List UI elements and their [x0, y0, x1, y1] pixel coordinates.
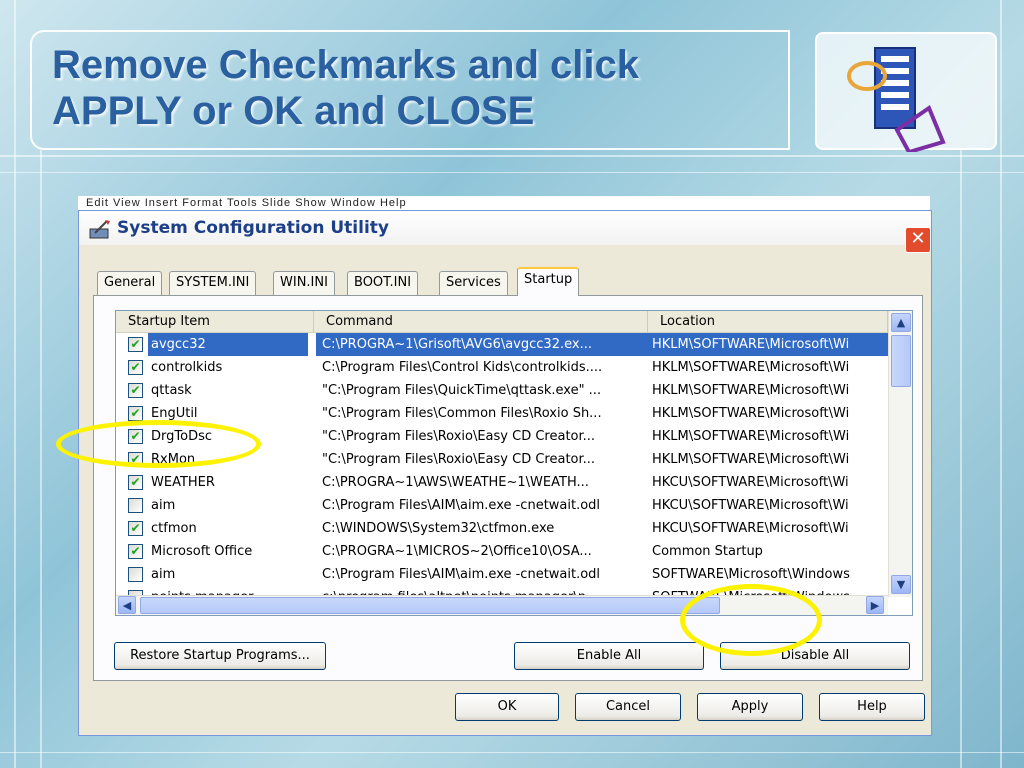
startup-command: C:\PROGRA~1\Grisoft\AVG6\avgcc32.ex... [316, 333, 648, 356]
background-line [0, 752, 1024, 753]
startup-item-name: avgcc32 [148, 333, 308, 356]
list-header: Startup Item Command Location [116, 311, 888, 333]
startup-item-name: ctfmon [151, 521, 197, 536]
startup-item-name: Microsoft Office [151, 544, 253, 559]
startup-command: C:\Program Files\AIM\aim.exe -cnetwait.o… [322, 567, 601, 582]
cancel-button[interactable]: Cancel [575, 693, 681, 721]
system-configuration-window: System Configuration Utility ✕ General S… [78, 210, 932, 736]
header-command[interactable]: Command [314, 311, 648, 333]
startup-checkbox[interactable]: ✔ [128, 521, 143, 536]
startup-location: HKCU\SOFTWARE\Microsoft\Wi [652, 498, 849, 513]
close-button[interactable]: ✕ [905, 227, 931, 253]
tab-boot-ini[interactable]: BOOT.INI [347, 271, 419, 295]
startup-checkbox[interactable] [128, 567, 143, 582]
horizontal-scroll-thumb[interactable] [140, 597, 720, 614]
startup-command: C:\PROGRA~1\MICROS~2\Office10\OSA... [322, 544, 592, 559]
startup-location: HKLM\SOFTWARE\Microsoft\Wi [652, 383, 850, 398]
startup-location: HKLM\SOFTWARE\Microsoft\Wi [652, 429, 850, 444]
startup-location: HKLM\SOFTWARE\Microsoft\Wi [652, 452, 850, 467]
startup-command: "C:\Program Files\Common Files\Roxio Sh.… [322, 406, 602, 421]
startup-location: SOFTWARE\Microsoft\Windows [652, 567, 850, 582]
startup-location: HKCU\SOFTWARE\Microsoft\Wi [652, 475, 849, 490]
checkbox-highlight-ellipse [56, 420, 261, 468]
startup-command: "C:\Program Files\QuickTime\qttask.exe" … [322, 383, 602, 398]
vertical-scrollbar[interactable]: ▲ ▼ [888, 311, 912, 597]
startup-checkbox[interactable]: ✔ [128, 383, 143, 398]
startup-command: C:\WINDOWS\System32\ctfmon.exe [322, 521, 555, 536]
startup-command: C:\Program Files\AIM\aim.exe -cnetwait.o… [322, 498, 601, 513]
startup-location: HKLM\SOFTWARE\Microsoft\Wi [652, 360, 850, 375]
table-row[interactable]: aim C:\Program Files\AIM\aim.exe -cnetwai… [116, 563, 888, 586]
startup-location: Common Startup [652, 544, 763, 559]
vertical-scroll-thumb[interactable] [891, 335, 911, 387]
startup-item-name: aim [151, 498, 176, 513]
tab-general[interactable]: General [97, 271, 163, 295]
table-row[interactable]: ✔ ctfmon C:\WINDOWS\System32\ctfmon.exe HKC… [116, 517, 888, 540]
table-row[interactable]: ✔ EngUtil "C:\Program Files\Common Files\R… [116, 402, 888, 425]
startup-location: HKLM\SOFTWARE\Microsoft\Wi [652, 406, 850, 421]
ok-button[interactable]: OK [455, 693, 559, 721]
logo [815, 32, 997, 155]
help-button[interactable]: Help [819, 693, 925, 721]
startup-checkbox[interactable]: ✔ [128, 337, 143, 352]
background-line [1000, 0, 1002, 768]
table-row[interactable]: aim C:\Program Files\AIM\aim.exe -cnetwai… [116, 494, 888, 517]
background-line [960, 150, 962, 768]
header-startup-item[interactable]: Startup Item [116, 311, 314, 333]
background-line [0, 172, 1024, 173]
slide-title: Remove Checkmarks and click APPLY or OK … [52, 43, 639, 133]
apply-button[interactable]: Apply [697, 693, 803, 721]
network-document-logo-icon [847, 47, 946, 155]
startup-checkbox[interactable]: ✔ [128, 360, 143, 375]
scroll-right-icon[interactable]: ▶ [866, 596, 884, 614]
tab-win-ini[interactable]: WIN.INI [273, 271, 335, 295]
scroll-up-icon[interactable]: ▲ [891, 313, 911, 332]
tab-services[interactable]: Services [439, 271, 508, 295]
close-icon: ✕ [910, 228, 926, 249]
startup-location: HKLM\SOFTWARE\Microsoft\Wi [648, 333, 888, 356]
startup-command: C:\PROGRA~1\AWS\WEATHE~1\WEATH... [322, 475, 589, 490]
startup-checkbox[interactable] [128, 498, 143, 513]
tab-startup[interactable]: Startup [517, 267, 580, 296]
scroll-left-icon[interactable]: ◀ [118, 596, 136, 614]
startup-checkbox[interactable]: ✔ [128, 544, 143, 559]
table-row[interactable]: ✔ Microsoft Office C:\PROGRA~1\MICROS~2\Of… [116, 540, 888, 563]
system-config-icon [89, 220, 110, 239]
table-row[interactable]: ✔ controlkids C:\Program Files\Control Kid… [116, 356, 888, 379]
startup-item-name: aim [151, 567, 176, 582]
disable-all-highlight-ellipse [680, 584, 822, 656]
startup-item-name: qttask [151, 383, 192, 398]
startup-checkbox[interactable]: ✔ [128, 475, 143, 490]
window-title: System Configuration Utility [117, 218, 389, 238]
table-row[interactable]: ✔ WEATHER C:\PROGRA~1\AWS\WEATHE~1\WEATH..… [116, 471, 888, 494]
background-line [40, 150, 42, 768]
background-menu-strip: Edit View Insert Format Tools Slide Show… [78, 196, 930, 210]
background-line [0, 155, 1024, 157]
startup-command: "C:\Program Files\Roxio\Easy CD Creator.… [322, 452, 596, 467]
window-titlebar[interactable]: System Configuration Utility ✕ [79, 211, 931, 253]
startup-command: C:\Program Files\Control Kids\controlkid… [322, 360, 603, 375]
startup-item-name: WEATHER [151, 475, 215, 490]
enable-all-button[interactable]: Enable All [514, 642, 704, 670]
table-row[interactable]: ✔ qttask "C:\Program Files\QuickTime\qttas… [116, 379, 888, 402]
scroll-down-icon[interactable]: ▼ [891, 575, 911, 594]
tab-system-ini[interactable]: SYSTEM.INI [169, 271, 257, 295]
background-line [14, 0, 16, 768]
header-location[interactable]: Location [648, 311, 888, 333]
startup-command: "C:\Program Files\Roxio\Easy CD Creator.… [322, 429, 596, 444]
startup-checkbox[interactable]: ✔ [128, 406, 143, 421]
table-row[interactable]: ✔ avgcc32 C:\PROGRA~1\Grisoft\AVG6\avgcc32… [116, 333, 888, 356]
startup-list[interactable]: Startup Item Command Location ✔ avgcc32 C:… [115, 310, 913, 616]
startup-item-name: controlkids [151, 360, 223, 375]
startup-location: HKCU\SOFTWARE\Microsoft\Wi [652, 521, 849, 536]
restore-startup-programs-button[interactable]: Restore Startup Programs... [114, 642, 326, 670]
